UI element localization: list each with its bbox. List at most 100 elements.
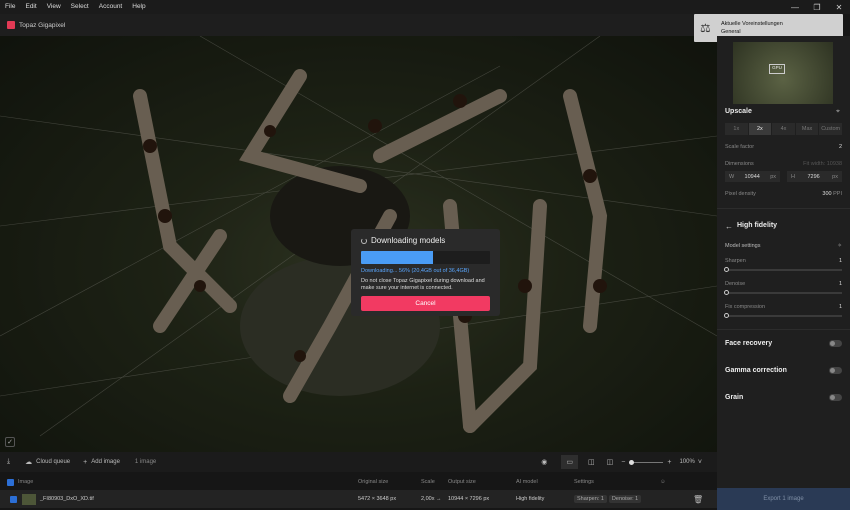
sharpen-slider[interactable] [724, 267, 842, 272]
scale-factor-label: Scale factor [725, 144, 755, 150]
cloud-icon[interactable]: ☁ [25, 458, 32, 466]
row-original-size: 5472 × 3648 px [358, 496, 397, 502]
dialog-title: Downloading models [371, 236, 446, 245]
settings-panel: GPU Upscale ⌖ 1x 2x 4x Max Custom Scale … [717, 36, 850, 510]
fix-compression-slider[interactable] [724, 313, 842, 318]
gamma-correction-toggle[interactable] [829, 367, 842, 374]
add-image-button[interactable]: Add image [91, 459, 120, 465]
single-view-icon[interactable]: ▭ [561, 455, 579, 469]
pixel-density-value[interactable]: 300 [822, 191, 831, 197]
row-output-size: 10944 × 7296 px [448, 496, 490, 502]
sharpen-label: Sharpen [725, 258, 746, 264]
cancel-button[interactable]: Cancel [361, 296, 490, 311]
download-progress-bar [361, 251, 490, 264]
bottom-toolbar: ⤓ ☁ Cloud queue + Add image 1 image ◉ ▭ … [0, 452, 717, 472]
window-controls: — ❐ ✕ [784, 0, 850, 14]
table-row[interactable]: _FI80903_DxO_XD.tif 5472 × 3648 px 2,00x… [0, 490, 717, 508]
app-titlebar: Topaz Gigapixel [0, 14, 717, 36]
denoise-label: Denoise [725, 281, 746, 287]
width-field[interactable]: W 10944 px [725, 171, 780, 182]
face-recovery-label: Face recovery [725, 340, 773, 347]
preset-icon: ⚖ [700, 20, 711, 35]
plus-icon[interactable]: + [83, 459, 87, 466]
download-progress-text: Downloading... 56% (20,4GB out of 36,4GB… [361, 268, 470, 274]
scale-option-max[interactable]: Max [795, 123, 819, 135]
row-thumbnail [22, 493, 36, 505]
header-ai-model: AI model [516, 479, 538, 485]
side-by-side-icon[interactable]: ◫ [607, 458, 614, 466]
zoom-level[interactable]: 100% [679, 459, 694, 465]
menu-bar: File Edit View Select Account Help — ❐ ✕ [0, 0, 850, 14]
denoise-value: 1 [838, 281, 842, 287]
row-filename: _FI80903_DxO_XD.tif [40, 496, 94, 502]
zoom-out-icon[interactable]: − [621, 459, 625, 466]
download-models-dialog: Downloading models Downloading... 56% (2… [351, 229, 500, 316]
sharpen-slider-knob[interactable] [724, 267, 729, 272]
image-count: 1 image [134, 459, 157, 465]
divider [717, 329, 850, 330]
row-denoise-pill: Denoise: 1 [608, 495, 642, 503]
scale-option-4x[interactable]: 4x [772, 123, 795, 135]
height-value: 7296 [807, 173, 820, 180]
app-title: Topaz Gigapixel [19, 21, 66, 29]
menu-account[interactable]: Account [94, 0, 128, 14]
checkmark-icon[interactable]: ✓ [5, 437, 15, 447]
face-recovery-toggle[interactable] [829, 340, 842, 347]
smiley-icon[interactable]: ☺ [660, 476, 666, 488]
model-title[interactable]: High fidelity [737, 222, 777, 229]
menu-edit[interactable]: Edit [20, 0, 41, 14]
fix-compression-slider-knob[interactable] [724, 313, 729, 318]
menu-help[interactable]: Help [127, 0, 150, 14]
download-icon[interactable]: ⤓ [7, 458, 10, 466]
row-sharpen-pill: Sharpen: 1 [574, 495, 607, 503]
dimensions-label: Dimensions [725, 161, 754, 167]
width-value: 10944 [744, 173, 760, 180]
header-output-size: Output size [448, 479, 476, 485]
close-icon[interactable]: ✕ [828, 0, 850, 14]
upscale-title: Upscale [725, 108, 752, 115]
sparkle-icon[interactable]: ✧ [837, 243, 842, 249]
crop-icon[interactable]: ⌖ [836, 108, 840, 116]
eye-icon[interactable]: ◉ [541, 458, 547, 466]
scale-factor-value[interactable]: 2 [839, 144, 842, 150]
grain-toggle[interactable] [829, 394, 842, 401]
fix-compression-value: 1 [838, 304, 842, 310]
header-original-size: Original size [358, 479, 389, 485]
topaz-logo-icon [7, 21, 15, 29]
scale-option-1x[interactable]: 1x [725, 123, 748, 135]
maximize-icon[interactable]: ❐ [806, 0, 828, 14]
denoise-slider[interactable] [724, 290, 842, 295]
menu-file[interactable]: File [0, 0, 20, 14]
header-image: Image [18, 479, 34, 485]
menu-view[interactable]: View [42, 0, 66, 14]
loading-spinner-icon [361, 237, 367, 244]
divider [717, 208, 850, 209]
denoise-slider-knob[interactable] [724, 290, 729, 295]
row-checkbox[interactable] [10, 495, 17, 503]
download-progress-fill [361, 251, 434, 264]
split-view-icon[interactable]: ◫ [588, 458, 595, 466]
zoom-slider[interactable] [629, 459, 664, 465]
trash-icon[interactable]: 🗑 [693, 490, 703, 508]
row-scale: 2,00x → [421, 496, 442, 502]
toast-title: Aktuelle Voreinstellungen [721, 21, 783, 27]
zoom-slider-knob[interactable] [629, 459, 635, 465]
cloud-queue-button[interactable]: Cloud queue [36, 459, 70, 465]
menu-select[interactable]: Select [66, 0, 94, 14]
grain-label: Grain [725, 394, 744, 401]
zoom-in-icon[interactable]: + [667, 459, 671, 466]
scale-option-custom[interactable]: Custom [819, 123, 842, 135]
height-field[interactable]: H 7296 px [787, 171, 842, 182]
chevron-down-icon[interactable]: ˅ [698, 459, 702, 466]
navigator-preview[interactable]: GPU [733, 42, 833, 104]
select-all-checkbox[interactable] [7, 478, 14, 486]
header-settings: Settings [574, 479, 594, 485]
minimize-icon[interactable]: — [784, 0, 806, 14]
export-button[interactable]: Export 1 image [717, 488, 850, 510]
scale-option-2x[interactable]: 2x [748, 123, 772, 135]
back-arrow-icon[interactable]: ← [725, 222, 733, 231]
model-settings-label: Model settings [725, 243, 761, 249]
download-warning-text: Do not close Topaz Gigapixel during down… [361, 278, 485, 291]
gamma-correction-label: Gamma correction [725, 367, 787, 374]
pixel-density-label: Pixel density [725, 191, 756, 197]
